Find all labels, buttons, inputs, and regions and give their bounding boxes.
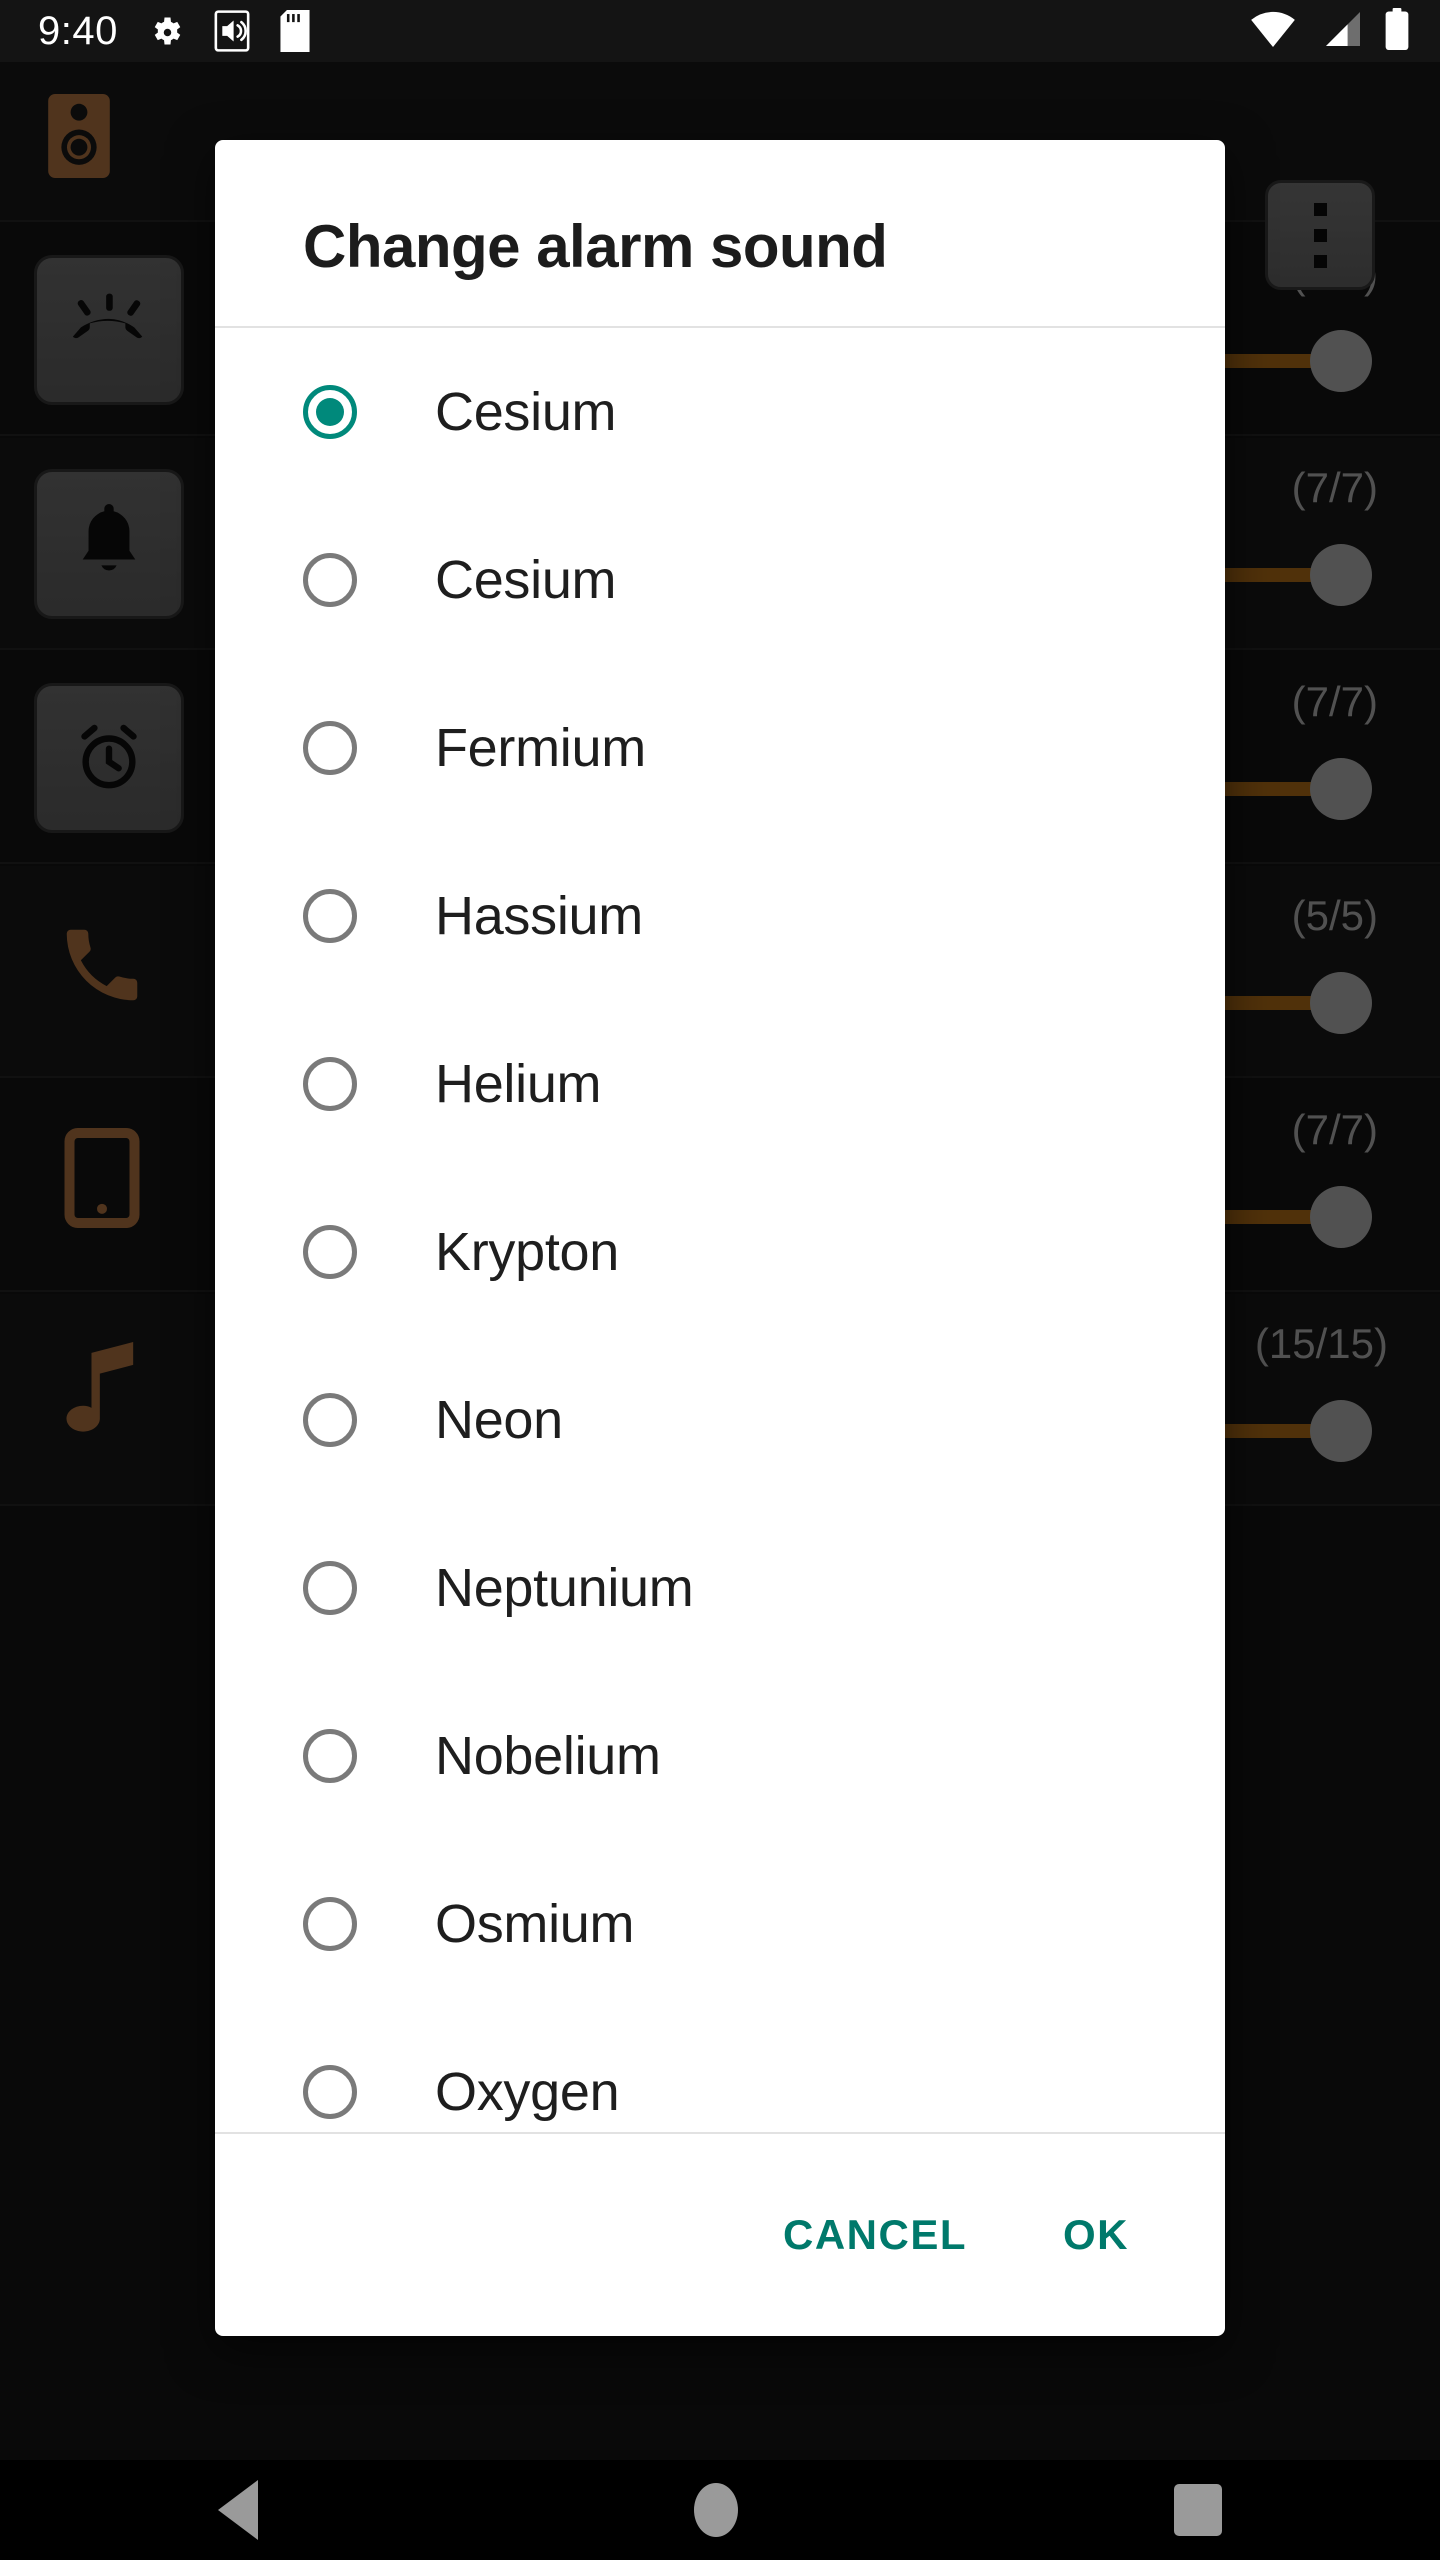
radio-button-icon[interactable] (303, 1897, 357, 1951)
list-item-label: Hassium (435, 886, 643, 946)
list-item[interactable]: Cesium (215, 496, 1225, 664)
volume-icon (214, 10, 250, 52)
radio-button-icon[interactable] (303, 1057, 357, 1111)
wifi-icon (1250, 10, 1296, 53)
battery-icon (1384, 7, 1410, 55)
radio-button-icon[interactable] (303, 553, 357, 607)
list-item[interactable]: Krypton (215, 1168, 1225, 1336)
list-item-label: Cesium (435, 550, 617, 610)
list-item[interactable]: Fermium (215, 664, 1225, 832)
sd-card-icon (280, 10, 310, 52)
change-alarm-sound-dialog: Change alarm sound Cesium Cesium Fermium… (215, 140, 1225, 2336)
radio-button-icon[interactable] (303, 889, 357, 943)
phone-screen: 9:40 (7/7) (7/7) (5/5) (7/7) (15/15) Cha… (0, 0, 1440, 2560)
list-item-label: Neptunium (435, 1558, 694, 1618)
dialog-actions: CANCEL OK (215, 2134, 1225, 2336)
gear-icon (148, 13, 184, 49)
recents-square-icon[interactable] (1174, 2484, 1222, 2536)
list-item[interactable]: Neptunium (215, 1504, 1225, 1672)
list-item-label: Fermium (435, 718, 646, 778)
list-item[interactable]: Oxygen (215, 2008, 1225, 2132)
list-item-label: Osmium (435, 1894, 635, 1954)
list-item[interactable]: Nobelium (215, 1672, 1225, 1840)
list-item[interactable]: Neon (215, 1336, 1225, 1504)
alarm-sound-option-list[interactable]: Cesium Cesium Fermium Hassium Helium Kry… (215, 328, 1225, 2132)
list-item[interactable]: Helium (215, 1000, 1225, 1168)
radio-button-icon[interactable] (303, 721, 357, 775)
cancel-button[interactable]: CANCEL (783, 2211, 967, 2259)
cell-signal-icon (1318, 10, 1362, 53)
back-triangle-icon[interactable] (218, 2480, 258, 2540)
dialog-title: Change alarm sound (303, 213, 888, 280)
list-item[interactable]: Hassium (215, 832, 1225, 1000)
ok-button[interactable]: OK (1063, 2211, 1129, 2259)
radio-button-icon[interactable] (303, 2065, 357, 2119)
list-item-label: Oxygen (435, 2062, 620, 2122)
radio-button-icon[interactable] (303, 1729, 357, 1783)
list-item[interactable]: Osmium (215, 1840, 1225, 2008)
list-item-label: Neon (435, 1390, 563, 1450)
radio-button-icon[interactable] (303, 1225, 357, 1279)
list-item-label: Cesium (435, 382, 617, 442)
navigation-bar (0, 2460, 1440, 2560)
status-bar: 9:40 (0, 0, 1440, 62)
status-bar-clock: 9:40 (38, 8, 118, 53)
list-item-label: Krypton (435, 1222, 619, 1282)
radio-button-icon[interactable] (303, 385, 357, 439)
home-circle-icon[interactable] (694, 2483, 738, 2537)
radio-button-icon[interactable] (303, 1561, 357, 1615)
radio-button-icon[interactable] (303, 1393, 357, 1447)
list-item-label: Helium (435, 1054, 602, 1114)
list-item-label: Nobelium (435, 1726, 661, 1786)
status-bar-right-icons (1250, 0, 1410, 62)
list-item[interactable]: Cesium (215, 328, 1225, 496)
